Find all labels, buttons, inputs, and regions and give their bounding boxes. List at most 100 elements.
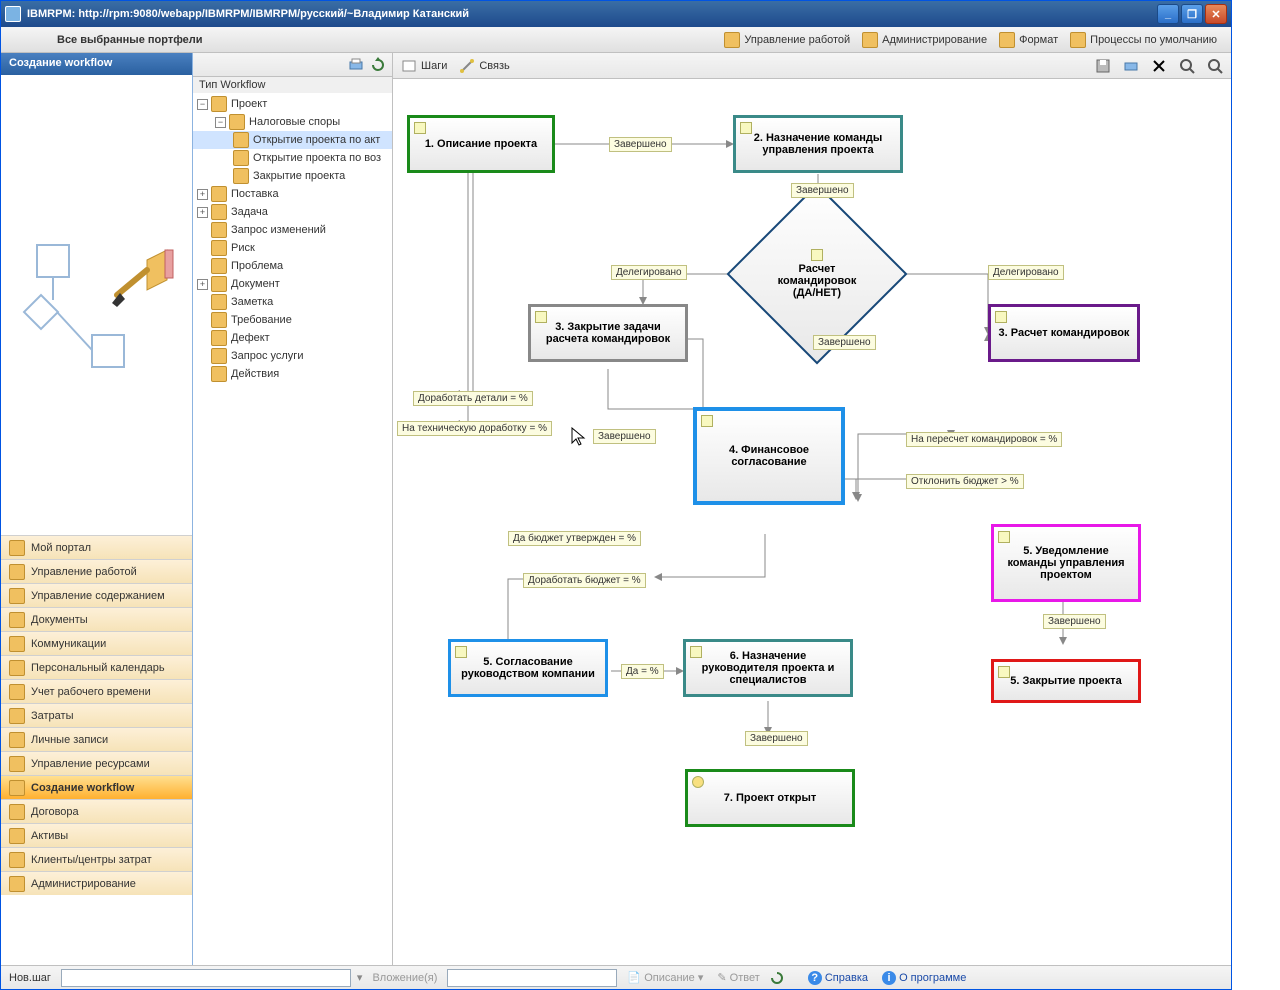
edge-tech-rework[interactable]: На техническую доработку = % xyxy=(397,421,552,436)
toolbar-work-mgmt[interactable]: Управление работой xyxy=(718,30,856,50)
edge-rework-budget[interactable]: Доработать бюджет = % xyxy=(523,573,646,588)
refresh-icon[interactable] xyxy=(770,971,784,985)
doc-icon xyxy=(9,612,25,628)
canvas-toolbar: Шаги Связь xyxy=(393,53,1231,79)
node-3-calc[interactable]: 3. Расчет командировок xyxy=(988,304,1140,362)
edge-completed[interactable]: Завершено xyxy=(791,183,854,198)
tree-group-tax[interactable]: −Налоговые споры xyxy=(193,113,392,131)
attach-label[interactable]: Вложение(я) xyxy=(368,972,441,984)
toolbar-default-proc[interactable]: Процессы по умолчанию xyxy=(1064,30,1223,50)
expand-icon[interactable]: + xyxy=(197,189,208,200)
edge-completed[interactable]: Завершено xyxy=(593,429,656,444)
nav-work-mgmt[interactable]: Управление работой xyxy=(1,559,192,583)
people-icon xyxy=(9,756,25,772)
collapse-icon[interactable]: − xyxy=(197,99,208,110)
tree-close-project[interactable]: Закрытие проекта xyxy=(193,167,392,185)
zoom-in-icon[interactable] xyxy=(1179,58,1195,74)
answer-label[interactable]: ✎ Ответ xyxy=(713,971,763,984)
collapse-icon[interactable]: − xyxy=(215,117,226,128)
workflow-canvas[interactable]: 1. Описание проекта 2. Назначение команд… xyxy=(393,79,1231,965)
note-icon xyxy=(995,311,1007,323)
nav-timesheet[interactable]: Учет рабочего времени xyxy=(1,679,192,703)
nav-create-workflow[interactable]: Создание workflow xyxy=(1,775,192,799)
tree-open-act[interactable]: Открытие проекта по акт xyxy=(193,131,392,149)
node-decision-calc[interactable]: Расчеткомандировок(ДА/НЕТ) xyxy=(753,210,881,338)
node-5-approval[interactable]: 5. Согласование руководством компании xyxy=(448,639,608,697)
desc-label[interactable]: 📄 Описание ▾ xyxy=(623,971,707,984)
node-4-finance[interactable]: 4. Финансовое согласование xyxy=(693,407,845,505)
node-6-assign[interactable]: 6. Назначение руководителя проекта и спе… xyxy=(683,639,853,697)
attach-input[interactable] xyxy=(447,969,617,987)
link-button[interactable]: Связь xyxy=(459,58,509,74)
tree-actions[interactable]: Действия xyxy=(193,365,392,383)
nav-content-mgmt[interactable]: Управление содержанием xyxy=(1,583,192,607)
node-3-close-calc[interactable]: 3. Закрытие задачи расчета командировок xyxy=(528,304,688,362)
node-5-notify[interactable]: 5. Уведомление команды управления проект… xyxy=(991,524,1141,602)
node-5-close[interactable]: 5. Закрытие проекта xyxy=(991,659,1141,703)
node-1-description[interactable]: 1. Описание проекта xyxy=(407,115,555,173)
box-icon xyxy=(211,186,227,202)
tree-task[interactable]: +Задача xyxy=(193,203,392,221)
key-icon xyxy=(9,828,25,844)
left-nav: Мой портал Управление работой Управление… xyxy=(1,535,192,965)
zoom-out-icon[interactable] xyxy=(1207,58,1223,74)
edge-budget-approved[interactable]: Да бюджет утвержден = % xyxy=(508,531,641,546)
tree-service[interactable]: Запрос услуги xyxy=(193,347,392,365)
print-icon[interactable] xyxy=(1123,58,1139,74)
toolbar-format[interactable]: Формат xyxy=(993,30,1064,50)
nav-communications[interactable]: Коммуникации xyxy=(1,631,192,655)
help-link[interactable]: ? Справка xyxy=(804,971,872,985)
node-7-open[interactable]: 7. Проект открыт xyxy=(685,769,855,827)
bug-icon xyxy=(211,330,227,346)
tree-changereq[interactable]: Запрос изменений xyxy=(193,221,392,239)
nav-clients[interactable]: Клиенты/центры затрат xyxy=(1,847,192,871)
note-icon xyxy=(701,415,713,427)
toolbar-admin[interactable]: Администрирование xyxy=(856,30,993,50)
steps-button[interactable]: Шаги xyxy=(401,58,447,74)
nav-calendar[interactable]: Персональный календарь xyxy=(1,655,192,679)
nav-personal[interactable]: Личные записи xyxy=(1,727,192,751)
edge-yes[interactable]: Да = % xyxy=(621,664,664,679)
folder-icon xyxy=(229,114,245,130)
tree-defect[interactable]: Дефект xyxy=(193,329,392,347)
nav-assets[interactable]: Активы xyxy=(1,823,192,847)
edge-completed[interactable]: Завершено xyxy=(609,137,672,152)
expand-icon[interactable]: + xyxy=(197,207,208,218)
nav-documents[interactable]: Документы xyxy=(1,607,192,631)
tree-delivery[interactable]: +Поставка xyxy=(193,185,392,203)
edge-rework-details[interactable]: Доработать детали = % xyxy=(413,391,533,406)
expand-icon[interactable]: + xyxy=(197,279,208,290)
nav-administration[interactable]: Администрирование xyxy=(1,871,192,895)
edge-completed[interactable]: Завершено xyxy=(745,731,808,746)
workflow-tree: −Проект −Налоговые споры Открытие проект… xyxy=(193,93,392,965)
tree-requirement[interactable]: Требование xyxy=(193,311,392,329)
edge-delegated[interactable]: Делегировано xyxy=(611,265,687,280)
nav-resources[interactable]: Управление ресурсами xyxy=(1,751,192,775)
minimize-button[interactable]: _ xyxy=(1157,4,1179,24)
tree-problem[interactable]: Проблема xyxy=(193,257,392,275)
nav-my-portal[interactable]: Мой портал xyxy=(1,535,192,559)
edge-recalc[interactable]: На пересчет командировок = % xyxy=(906,432,1062,447)
folder-icon xyxy=(211,96,227,112)
edge-completed[interactable]: Завершено xyxy=(1043,614,1106,629)
edge-completed[interactable]: Завершено xyxy=(813,335,876,350)
edge-delegated[interactable]: Делегировано xyxy=(988,265,1064,280)
delete-icon[interactable] xyxy=(1151,58,1167,74)
print-icon[interactable] xyxy=(348,57,364,73)
new-step-input[interactable] xyxy=(61,969,351,987)
nav-contracts[interactable]: Договора xyxy=(1,799,192,823)
tree-document[interactable]: +Документ xyxy=(193,275,392,293)
close-button[interactable]: ✕ xyxy=(1205,4,1227,24)
node-2-team[interactable]: 2. Назначение команды управления проекта xyxy=(733,115,903,173)
tree-note[interactable]: Заметка xyxy=(193,293,392,311)
edge-reject-budget[interactable]: Отклонить бюджет > % xyxy=(906,474,1024,489)
refresh-icon[interactable] xyxy=(370,57,386,73)
save-icon[interactable] xyxy=(1095,58,1111,74)
tree-project[interactable]: −Проект xyxy=(193,95,392,113)
tree-open-voz[interactable]: Открытие проекта по воз xyxy=(193,149,392,167)
portfolio-label[interactable]: Все выбранные портфели xyxy=(9,34,203,46)
about-link[interactable]: i О программе xyxy=(878,971,970,985)
maximize-button[interactable]: ❐ xyxy=(1181,4,1203,24)
nav-costs[interactable]: Затраты xyxy=(1,703,192,727)
tree-risk[interactable]: Риск xyxy=(193,239,392,257)
